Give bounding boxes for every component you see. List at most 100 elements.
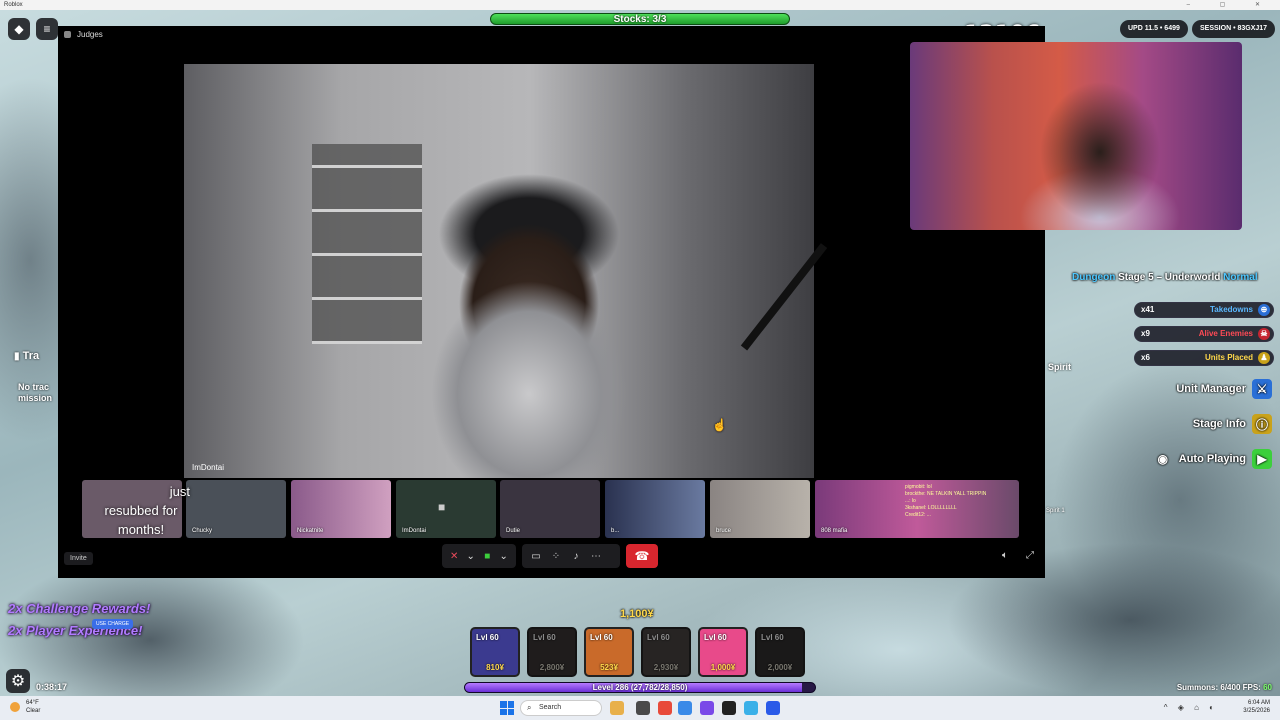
fullscreen-icon[interactable]: ⤢ (1026, 550, 1034, 561)
close-button[interactable]: ✕ (1255, 2, 1274, 8)
screen-share-icon[interactable]: ▭ (528, 548, 544, 564)
call-title: Judges (77, 30, 103, 39)
clock-date: 3/25/2026 (1243, 708, 1270, 714)
minimize-button[interactable]: – (1187, 2, 1204, 8)
edge-icon[interactable] (744, 701, 758, 715)
unit-cost: 2,800¥ (539, 663, 565, 672)
fps-label: FPS: (1242, 683, 1261, 692)
mic-arm (740, 243, 828, 351)
unit-slot[interactable]: Lvl 60 1,000¥ (698, 627, 748, 677)
chat-line: pigmobit: lol (905, 484, 932, 490)
chat-line: brockthe: NE TALKIN YALL TRIPPIN (905, 491, 987, 497)
level-progress-bar: Level 286 (27,782/28,850) (464, 682, 816, 693)
cash-counter: 1,100¥ (620, 608, 654, 620)
promo-challenge-rewards: 2x Challenge Rewards! (8, 601, 151, 616)
participant-name: Nickatnite (297, 528, 324, 534)
app-icon[interactable] (700, 701, 714, 715)
unit-cost: 810¥ (486, 663, 504, 672)
dungeon-difficulty: Normal (1223, 272, 1258, 283)
participant-tile[interactable]: Chucky (186, 480, 286, 538)
spirit-small-label: Spirit 1 (1046, 508, 1065, 514)
participant-tile[interactable]: b... (605, 480, 705, 538)
settings-button[interactable]: ⚙ (6, 669, 30, 693)
sub-alert-line: resubbed for (104, 503, 178, 518)
gear-icon: ⚙ (10, 673, 26, 690)
quest-title-text: Tra (22, 350, 40, 362)
unit-slot[interactable]: Lvl 60 2,930¥ (641, 627, 691, 677)
summons-label: Summons: 6/400 (1176, 683, 1241, 692)
session-pill: SESSION • 83GXJ17 (1192, 20, 1276, 38)
skull-icon: ☠ (1258, 328, 1270, 340)
browser-icon[interactable] (658, 701, 672, 715)
stage-info-label: Stage Info (1192, 418, 1246, 430)
record-icon: ◉ (1157, 452, 1168, 466)
system-tray[interactable]: ^ ◈ ⌂ ◐ (1164, 703, 1218, 712)
chevron-down-icon[interactable]: ⌄ (465, 548, 478, 564)
info-icon: ⓘ (1252, 414, 1272, 434)
maximize-button[interactable]: ▢ (1220, 2, 1240, 8)
roblox-icon[interactable] (766, 701, 780, 715)
soundboard-icon[interactable]: ♪ (568, 548, 584, 564)
activities-icon[interactable]: ⁘ (548, 548, 564, 564)
participant-tile[interactable]: 808 mafia pigmobit: lol brockthe: NE TAL… (815, 480, 1019, 538)
main-speaker-video[interactable]: ImDontai (184, 64, 828, 478)
dungeon-prefix: Dungeon (1072, 272, 1116, 283)
volume-icon[interactable]: 🔈︎ (1002, 550, 1008, 561)
quest-title[interactable]: ▮ Tra (14, 350, 39, 362)
stat-label: Takedowns (1210, 305, 1253, 314)
unit-cost: 2,000¥ (767, 663, 793, 672)
stat-label: Units Placed (1204, 353, 1253, 362)
weather-widget[interactable]: 64°F Clear (26, 699, 40, 715)
hang-up-button[interactable]: ☎ (626, 544, 658, 568)
unit-cost: 523¥ (600, 663, 618, 672)
video-call-window: Judges ImDontai Chucky Nickatnite ■ ImDo… (58, 26, 1242, 578)
camera-icon[interactable]: ■ (481, 548, 494, 564)
participant-tile[interactable]: ■ ImDontai (396, 480, 496, 538)
roblox-logo-icon: ◆ (14, 22, 24, 36)
taskbar-clock[interactable]: 6:04 AM 3/25/2026 (1243, 699, 1270, 715)
participant-tile[interactable]: Dutie (500, 480, 600, 538)
spirit-label: Spirit (1048, 362, 1072, 372)
auto-playing-label: Auto Playing (1178, 453, 1246, 465)
app-icon[interactable] (678, 701, 692, 715)
stat-takedowns: x41 Takedowns ⊕ (1134, 302, 1274, 318)
unit-manager-button[interactable]: Unit Manager ⚔ (1176, 378, 1272, 400)
auto-playing-button[interactable]: ◉ Auto Playing ▶ (1153, 448, 1272, 470)
quest-subtitle: No trac mission (18, 382, 53, 403)
start-button[interactable] (500, 701, 514, 715)
hamburger-icon: ≡ (43, 22, 51, 36)
windows-logo-icon (500, 701, 507, 708)
weather-desc: Clear (26, 708, 41, 714)
roblox-logo-button[interactable]: ◆ (8, 18, 30, 40)
session-timer: 0:38:17 (36, 682, 68, 692)
unit-slot[interactable]: Lvl 60 523¥ (584, 627, 634, 677)
chat-line: 3kshanel: LOLLLLLLLL (905, 505, 957, 511)
unit-slot[interactable]: Lvl 60 2,800¥ (527, 627, 577, 677)
os-titlebar: Roblox – ▢ ✕ (0, 0, 1280, 10)
roblox-menu-button[interactable]: ≡ (36, 18, 58, 40)
invite-button[interactable]: Invite (64, 552, 93, 565)
window-controls[interactable]: – ▢ ✕ (1187, 0, 1274, 10)
app-icon[interactable] (722, 701, 736, 715)
stage-info-button[interactable]: Stage Info ⓘ (1193, 413, 1272, 435)
more-options-icon[interactable]: ⋯ (588, 548, 604, 564)
window-title: Roblox (4, 2, 23, 8)
mic-muted-icon[interactable]: ✕ (448, 548, 461, 564)
unit-cost: 2,930¥ (653, 663, 679, 672)
unit-manager-label: Unit Manager (1176, 383, 1246, 395)
use-charge-button[interactable]: USE CHARGE (92, 619, 134, 629)
chevron-down-icon[interactable]: ⌄ (498, 548, 511, 564)
participant-tile[interactable]: bruce (710, 480, 810, 538)
task-view-icon[interactable] (636, 701, 650, 715)
file-explorer-icon[interactable] (610, 701, 624, 715)
participant-tile[interactable]: Nickatnite (291, 480, 391, 538)
unit-slot[interactable]: Lvl 60 2,000¥ (755, 627, 805, 677)
unit-level: Lvl 60 (647, 633, 670, 642)
unit-level: Lvl 60 (704, 633, 727, 642)
taskbar-search[interactable]: ⌕ Search (520, 700, 602, 716)
crosshair-icon: ⊕ (1258, 304, 1270, 316)
stat-count: x9 (1141, 329, 1150, 338)
unit-slot[interactable]: Lvl 60 810¥ (470, 627, 520, 677)
main-speaker-name: ImDontai (192, 463, 225, 472)
dungeon-stage: Stage 5 – Underworld (1118, 272, 1221, 283)
